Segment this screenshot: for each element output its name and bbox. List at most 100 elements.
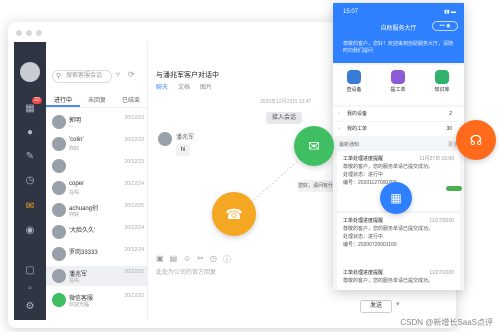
- message-input[interactable]: 此处为公司的官方回复: [156, 267, 216, 276]
- agent-avatar[interactable]: [20, 62, 40, 82]
- miniapp-menu-button[interactable]: ••• ◉: [432, 21, 458, 31]
- filter-icon[interactable]: ▿: [116, 70, 120, 79]
- list-item[interactable]: achuang创 你好 20/12/25: [46, 200, 148, 220]
- leaf-decoration: [446, 186, 462, 191]
- monitor-icon[interactable]: ▫: [23, 282, 37, 294]
- clock-icon[interactable]: ◷: [23, 174, 37, 186]
- list-item[interactable]: 'colin' 你好 20/12/23: [46, 134, 148, 154]
- quick-actions: 查设备 提工单 知识库: [333, 65, 464, 105]
- mobile-self-service-hall: 15:07 ▮▮ ▬ 自助服务大厅 ••• ◉ 尊敬的客户，您好！欢迎来到自助服…: [333, 3, 464, 290]
- record-icon[interactable]: ◉: [23, 224, 37, 236]
- list-item[interactable]: 20/12/23: [46, 156, 148, 176]
- notice-date: 11/27/2020: [429, 218, 454, 224]
- notice-card[interactable]: 工单处理进度提醒 11/27/2020 尊敬的客户，您的服务单请已提交成功。 处…: [337, 213, 460, 273]
- list-item[interactable]: coper 在吗 20/12/24: [46, 178, 148, 198]
- tab-images[interactable]: 图片: [200, 82, 212, 91]
- info-icon[interactable]: ⓘ: [223, 254, 231, 265]
- window-dot[interactable]: [16, 30, 22, 36]
- input-toolbar: ▣ ▤ ☺ ✂ ◷ ⓘ: [156, 254, 231, 265]
- welcome-text: 尊敬的客户，您好！欢迎来到自助服务大厅，请随时向我们提问: [343, 41, 454, 54]
- device-icon: [347, 70, 361, 84]
- edit-icon[interactable]: ✎: [23, 150, 37, 162]
- row-count: 30: [446, 126, 452, 132]
- contacts-icon[interactable]: ●: [23, 126, 37, 138]
- refresh-icon[interactable]: ⟳: [128, 70, 135, 79]
- customer-support-icon: ☊: [456, 120, 496, 160]
- check-device-button[interactable]: 查设备: [339, 70, 369, 93]
- item-name: coper: [69, 181, 85, 187]
- signal-icon: ▮▮ ▬: [444, 9, 456, 15]
- item-name: '大脸久久': [69, 228, 96, 234]
- layout-icon[interactable]: ▢: [23, 264, 37, 276]
- my-devices-row[interactable]: ▫ 我的设备 2: [333, 107, 464, 121]
- chat-title: 与潘兆军客户对话中: [156, 72, 219, 79]
- phone-time: 15:07: [343, 9, 359, 15]
- left-nav: 22 ▦ ● ✎ ◷ ✉ ◉ ▢ ▫ ⚙: [14, 42, 46, 320]
- list-item[interactable]: 郭明 ... 20/12/23: [46, 112, 148, 132]
- scissors-icon[interactable]: ✂: [197, 254, 204, 265]
- item-date: 20/12/24: [124, 181, 144, 187]
- item-preview: 你好: [69, 146, 80, 152]
- avatar: [52, 269, 66, 283]
- notice-heading: 最新通知: [339, 142, 360, 148]
- wechat-avatar: [52, 293, 66, 307]
- avatar: [52, 181, 66, 195]
- send-button[interactable]: 发送: [360, 300, 392, 313]
- chat-timestamp: 2020年12月23日 13:47: [260, 99, 312, 105]
- notice-card[interactable]: 工单处理进度提醒 11/27/2020 尊敬的客户，您的服务单请已提交成功。: [337, 265, 460, 290]
- list-item[interactable]: 罗岗33333 20/12/24: [46, 244, 148, 264]
- row-label: 我的工单: [347, 126, 368, 132]
- avatar: [52, 137, 66, 151]
- window-dot[interactable]: [36, 30, 42, 36]
- watermark: CSDN @新增长SaaS点评: [400, 318, 493, 327]
- tab-in-progress[interactable]: 进行中: [46, 94, 80, 107]
- chevron-down-icon[interactable]: ▾: [396, 300, 400, 308]
- item-name: 'colin': [69, 137, 84, 143]
- conversation-list: ⚲ 搜索客服会话 ▿ ⟳ 进行中 未回复 已结束 郭明 ... 20/12/23…: [46, 42, 148, 320]
- mail-icon[interactable]: ✉: [23, 200, 37, 212]
- tab-docs[interactable]: 文档: [178, 82, 190, 91]
- chat-icon[interactable]: ▦: [23, 102, 37, 114]
- list-item[interactable]: '大脸久久' 20/12/24: [46, 222, 148, 242]
- window-dot[interactable]: [26, 30, 32, 36]
- settings-icon[interactable]: ⚙: [23, 300, 37, 312]
- my-tickets-row[interactable]: ▫ 我的工单 30: [333, 122, 464, 136]
- phone-call-icon: ☎: [212, 192, 256, 236]
- avatar: [52, 247, 66, 261]
- wechat-icon: ✉: [294, 126, 334, 166]
- row-count: 2: [449, 111, 452, 117]
- book-icon: [435, 70, 449, 84]
- join-session-button[interactable]: 接入会话: [266, 112, 302, 124]
- notice-date: 11月27日 15:00: [419, 156, 454, 162]
- item-name: 罗岗33333: [69, 250, 98, 256]
- chat-subtabs: 聊天 文档 图片: [156, 82, 212, 91]
- button-label: 查设备: [346, 87, 362, 93]
- item-preview: 在吗: [69, 190, 80, 196]
- device-list-icon: ▫: [338, 111, 340, 117]
- avatar: [52, 115, 66, 129]
- search-input[interactable]: ⚲ 搜索客服会话: [52, 70, 112, 83]
- item-date: 20/12/22: [124, 293, 144, 299]
- list-item-selected[interactable]: 潘兆军 在吗 20/12/25: [46, 266, 148, 286]
- window-controls: [16, 30, 42, 36]
- item-date: 20/12/24: [124, 247, 144, 253]
- knowledge-base-button[interactable]: 知识库: [427, 70, 457, 93]
- customer-avatar: [158, 132, 172, 146]
- tab-chat[interactable]: 聊天: [156, 82, 168, 91]
- list-item[interactable]: 微信客服 欢迎光临 20/12/22: [46, 290, 148, 310]
- tab-ended[interactable]: 已结束: [114, 94, 148, 107]
- emoji-icon[interactable]: ☺: [183, 254, 191, 265]
- qr-scan-icon: ▦: [380, 182, 412, 214]
- notice-body: 尊敬的客户，您的服务单请已提交成功。: [343, 278, 434, 284]
- notice-body: 尊敬的客户，您的服务单请已提交成功。: [343, 226, 434, 232]
- tab-unreplied[interactable]: 未回复: [80, 94, 114, 107]
- folder-icon[interactable]: ▤: [170, 254, 178, 265]
- customer-name: 潘兆军: [176, 135, 195, 141]
- avatar: [52, 225, 66, 239]
- submit-ticket-button[interactable]: 提工单: [383, 70, 413, 93]
- search-placeholder: 搜索客服会话: [66, 73, 103, 79]
- history-icon[interactable]: ◷: [210, 254, 217, 265]
- notice-number: 编号：20200720001160: [343, 242, 397, 248]
- image-icon[interactable]: ▣: [156, 254, 164, 265]
- ticket-list-icon: ▫: [338, 126, 340, 132]
